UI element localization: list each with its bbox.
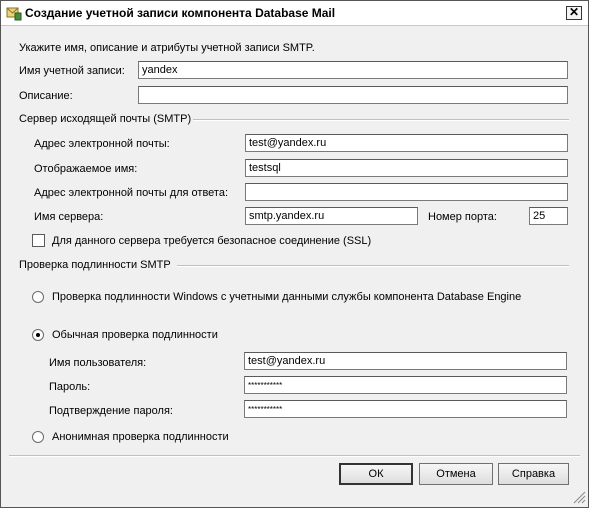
- password-input[interactable]: [244, 376, 567, 394]
- anonymous-auth-label: Анонимная проверка подлинности: [52, 431, 229, 443]
- ssl-checkbox[interactable]: [32, 234, 45, 247]
- window-title: Создание учетной записи компонента Datab…: [25, 6, 336, 20]
- windows-auth-radio[interactable]: [32, 291, 44, 303]
- close-button[interactable]: ✕: [566, 6, 582, 20]
- button-separator: [9, 455, 580, 457]
- port-input[interactable]: [529, 207, 568, 225]
- reply-email-input[interactable]: [245, 183, 568, 201]
- intro-text: Укажите имя, описание и атрибуты учетной…: [19, 42, 315, 54]
- reply-email-label: Адрес электронной почты для ответа:: [34, 187, 229, 199]
- description-label: Описание:: [19, 90, 73, 102]
- ok-button[interactable]: ОК: [339, 463, 413, 485]
- smtp-group-divider: [193, 119, 569, 121]
- basic-auth-radio[interactable]: [32, 329, 44, 341]
- cancel-button[interactable]: Отмена: [419, 463, 493, 485]
- ssl-label: Для данного сервера требуется безопасное…: [52, 235, 372, 247]
- basic-auth-label: Обычная проверка подлинности: [52, 329, 218, 341]
- resize-grip-icon[interactable]: [573, 491, 586, 504]
- account-name-input[interactable]: [138, 61, 568, 79]
- username-label: Имя пользователя:: [49, 357, 147, 369]
- database-mail-icon: [6, 5, 22, 21]
- help-button[interactable]: Справка: [498, 463, 569, 485]
- title-bar[interactable]: Создание учетной записи компонента Datab…: [1, 1, 588, 26]
- dialog-window: Создание учетной записи компонента Datab…: [0, 0, 589, 508]
- close-icon: ✕: [568, 5, 580, 19]
- username-input[interactable]: [244, 352, 567, 370]
- password-label: Пароль:: [49, 381, 91, 393]
- server-name-label: Имя сервера:: [34, 211, 104, 223]
- display-name-label: Отображаемое имя:: [34, 163, 138, 175]
- port-label: Номер порта:: [428, 211, 497, 223]
- confirm-password-input[interactable]: [244, 400, 567, 418]
- display-name-input[interactable]: [245, 159, 568, 177]
- auth-group-label: Проверка подлинности SMTP: [19, 259, 171, 271]
- auth-group-divider: [177, 265, 569, 267]
- windows-auth-label: Проверка подлинности Windows с учетными …: [52, 291, 522, 303]
- email-input[interactable]: [245, 134, 568, 152]
- email-label: Адрес электронной почты:: [34, 138, 170, 150]
- server-name-input[interactable]: [245, 207, 418, 225]
- confirm-password-label: Подтверждение пароля:: [49, 405, 173, 417]
- description-input[interactable]: [138, 86, 568, 104]
- anonymous-auth-radio[interactable]: [32, 431, 44, 443]
- smtp-group-label: Сервер исходящей почты (SMTP): [19, 113, 192, 125]
- account-name-label: Имя учетной записи:: [19, 65, 125, 77]
